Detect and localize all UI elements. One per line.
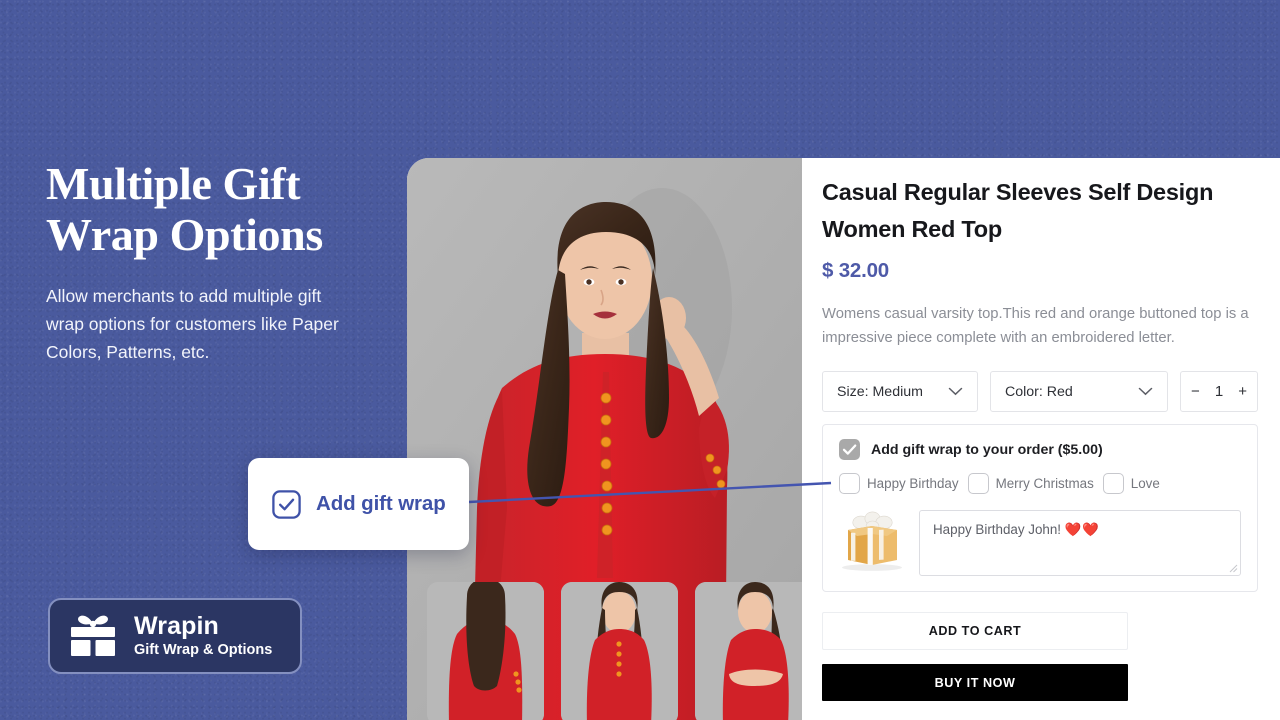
gift-box-3d-icon xyxy=(842,511,902,571)
checkbox-unchecked-icon[interactable] xyxy=(967,473,989,494)
gift-wrap-option-happy-birthday[interactable]: Happy Birthday xyxy=(839,473,959,494)
brand-tagline: Gift Wrap & Options xyxy=(134,642,273,658)
gift-wrap-section: Add gift wrap to your order ($5.00) Happ… xyxy=(822,424,1258,592)
gift-message-value: Happy Birthday John! xyxy=(933,522,1065,537)
gift-wrap-option-label: Happy Birthday xyxy=(867,476,959,491)
quantity-increase-button[interactable]: + xyxy=(1238,383,1247,400)
page-title: Multiple Gift Wrap Options xyxy=(46,158,396,260)
checkbox-unchecked-icon[interactable] xyxy=(1102,473,1124,494)
chevron-down-icon xyxy=(1138,387,1153,396)
product-panel: Casual Regular Sleeves Self Design Women… xyxy=(407,158,1280,720)
thumbnail-1[interactable] xyxy=(427,582,544,720)
promo-subtitle: Allow merchants to add multiple gift wra… xyxy=(46,286,339,362)
check-mark-icon xyxy=(842,444,857,455)
thumbnail-2[interactable] xyxy=(561,582,678,720)
size-select-label: Size: Medium xyxy=(837,383,923,400)
callout-label: Add gift wrap xyxy=(316,492,446,515)
size-select[interactable]: Size: Medium xyxy=(822,371,978,412)
thumbnail-strip xyxy=(427,582,802,720)
checkbox-checked-icon[interactable] xyxy=(839,439,860,460)
buy-it-now-button[interactable]: BUY IT NOW xyxy=(822,664,1128,701)
brand-name: Wrapin xyxy=(134,612,219,640)
add-to-cart-button[interactable]: ADD TO CART xyxy=(822,612,1128,650)
promo-heading-line2: Wrap Options xyxy=(46,209,323,260)
callout-connector-line xyxy=(468,481,832,504)
color-select[interactable]: Color: Red xyxy=(990,371,1168,412)
gift-message-input[interactable]: Happy Birthday John! ❤️❤️ xyxy=(919,510,1241,576)
gift-wrap-options: Happy Birthday Merry Christmas Love xyxy=(839,473,1241,494)
thumbnail-2-image xyxy=(561,582,678,720)
thumbnail-3-image xyxy=(695,582,802,720)
brand-badge: Wrapin Gift Wrap & Options xyxy=(48,598,302,674)
gift-wrap-option-love[interactable]: Love xyxy=(1102,473,1160,494)
thumbnail-3[interactable] xyxy=(695,582,802,720)
chevron-down-icon xyxy=(948,387,963,396)
gift-wrap-option-label: Merry Christmas xyxy=(995,476,1094,491)
color-select-label: Color: Red xyxy=(1005,383,1073,400)
promo-heading-line1: Multiple Gift xyxy=(46,158,301,209)
product-description: Womens casual varsity top.This red and o… xyxy=(822,306,1249,346)
gift-box-icon xyxy=(71,615,115,656)
gift-wrap-option-merry-christmas[interactable]: Merry Christmas xyxy=(967,473,1094,494)
gift-wrap-message-row: Happy Birthday John! ❤️❤️ xyxy=(839,510,1241,576)
textarea-resize-grip[interactable] xyxy=(1229,564,1238,573)
product-details: Casual Regular Sleeves Self Design Women… xyxy=(822,158,1280,720)
checkbox-unchecked-icon[interactable] xyxy=(839,473,860,494)
quantity-value: 1 xyxy=(1214,383,1224,400)
gift-wrap-main-option[interactable]: Add gift wrap to your order ($5.00) xyxy=(839,439,1241,460)
gift-wrap-option-label: Love xyxy=(1130,476,1160,491)
variant-row: Size: Medium Color: Red − 1 + xyxy=(822,371,1280,412)
product-price: $ 32.00 xyxy=(822,259,889,282)
thumbnail-1-image xyxy=(427,582,544,720)
product-gallery xyxy=(407,158,802,720)
gift-wrap-main-label: Add gift wrap to your order ($5.00) xyxy=(871,441,1103,458)
quantity-decrease-button[interactable]: − xyxy=(1191,383,1200,400)
add-gift-wrap-callout[interactable]: Add gift wrap xyxy=(248,458,469,550)
product-title: Casual Regular Sleeves Self Design Women… xyxy=(822,179,1214,242)
checkbox-checked-icon xyxy=(272,489,301,519)
promo-block: Multiple Gift Wrap Options Allow merchan… xyxy=(46,158,396,366)
heart-emoji-icon: ❤️❤️ xyxy=(1064,522,1101,537)
quantity-stepper[interactable]: − 1 + xyxy=(1180,371,1258,412)
